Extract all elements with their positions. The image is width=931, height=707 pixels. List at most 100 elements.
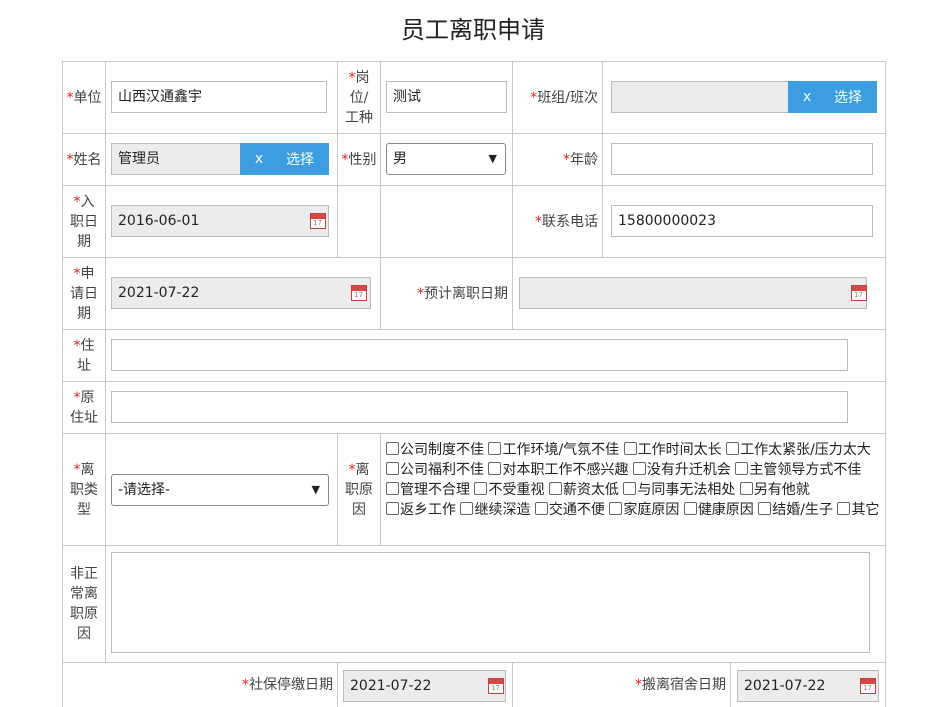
leave-reason-option[interactable]: 对本职工作不感兴趣 <box>488 462 628 478</box>
leave-reason-option-label: 薪资太低 <box>562 482 619 498</box>
dorm-leave-date-input[interactable]: 2021-07-22 <box>737 670 879 702</box>
name-label: *姓名 <box>66 151 102 168</box>
social-stop-date-input[interactable]: 2021-07-22 <box>343 670 506 702</box>
checkbox[interactable] <box>386 482 399 495</box>
checkbox[interactable] <box>726 442 740 455</box>
leave-reason-option[interactable]: 工作时间太长 <box>623 442 722 458</box>
checkbox[interactable] <box>837 502 851 515</box>
leave-reason-option-label: 继续深造 <box>474 502 531 518</box>
leave-reason-option[interactable]: 与同事无法相处 <box>623 482 735 498</box>
leave-reason-option[interactable]: 结婚/生子 <box>758 502 833 518</box>
checkbox[interactable] <box>534 502 548 515</box>
leave-reason-option[interactable]: 主管领导方式不佳 <box>735 462 861 478</box>
checkbox[interactable] <box>632 462 646 475</box>
abnormal-reason-label: 非正 常离 职原 因 <box>70 566 98 642</box>
leave-reason-option-label: 其它 <box>851 502 880 518</box>
phone-label: *联系电话 <box>535 213 598 230</box>
leave-reason-option-label: 家庭原因 <box>623 502 680 518</box>
abnormal-reason-textarea[interactable] <box>111 552 870 653</box>
calendar-icon[interactable]: 17 <box>488 678 504 694</box>
checkbox[interactable] <box>758 502 772 515</box>
age-label: *年龄 <box>563 151 598 168</box>
name-input[interactable]: 管理员 <box>111 143 241 175</box>
leave-reason-option[interactable]: 薪资太低 <box>548 482 619 498</box>
leave-type-label: *离 职类 型 <box>70 461 98 518</box>
leave-reason-option-label: 另有他就 <box>753 482 810 498</box>
leave-reason-option-label: 公司福利不佳 <box>400 462 484 478</box>
team-select-button-group: x 选择 <box>788 81 877 113</box>
former-address-input[interactable] <box>111 391 848 423</box>
leave-reason-option-label: 健康原因 <box>697 502 754 518</box>
checkbox[interactable] <box>488 462 502 475</box>
former-address-label: *原 住址 <box>70 389 98 426</box>
leave-reason-option-label: 工作时间太长 <box>637 442 722 458</box>
leave-reason-option[interactable]: 没有升迁机会 <box>632 462 731 478</box>
apply-date-label: *申 请日 期 <box>70 265 98 322</box>
apply-date-input[interactable]: 2021-07-22 <box>111 277 371 309</box>
name-select-button-group: x 选择 <box>240 143 329 175</box>
entry-date-input[interactable]: 2016-06-01 <box>111 205 329 237</box>
social-stop-date-label: *社保停缴日期 <box>242 677 333 693</box>
name-choose-button[interactable]: 选择 <box>278 149 314 169</box>
checkbox[interactable] <box>609 502 623 515</box>
calendar-icon[interactable]: 17 <box>310 213 326 229</box>
leave-reason-option[interactable]: 另有他就 <box>739 482 810 498</box>
leave-reason-option[interactable]: 工作环境/气氛不佳 <box>488 442 619 458</box>
leave-reason-option[interactable]: 继续深造 <box>460 502 530 518</box>
checkbox[interactable] <box>460 502 474 515</box>
gender-label: *性别 <box>341 151 377 168</box>
age-input[interactable] <box>611 143 873 175</box>
name-clear-button[interactable]: x <box>240 151 278 167</box>
calendar-icon[interactable]: 17 <box>860 678 876 694</box>
leave-reason-option[interactable]: 工作太紧张/压力太大 <box>726 442 871 458</box>
checkbox[interactable] <box>488 442 502 455</box>
leave-reason-checkbox-group: 公司制度不佳 工作环境/气氛不佳 工作时间太长 工作太紧张/压力太大 公司福利不… <box>386 440 882 520</box>
leave-reason-option[interactable]: 公司福利不佳 <box>386 462 484 478</box>
unit-input[interactable]: 山西汉通鑫宇 <box>111 81 327 113</box>
team-label: *班组/班次 <box>530 89 598 106</box>
leave-reason-option[interactable]: 管理不合理 <box>386 482 470 498</box>
checkbox[interactable] <box>474 482 488 495</box>
team-clear-button[interactable]: x <box>788 89 826 105</box>
leave-reason-option-label: 返乡工作 <box>400 502 456 518</box>
leave-reason-option-label: 与同事无法相处 <box>637 482 736 498</box>
leave-reason-option[interactable]: 家庭原因 <box>609 502 679 518</box>
checkbox[interactable] <box>386 442 399 455</box>
leave-reason-option[interactable]: 其它 <box>837 502 879 518</box>
chevron-down-icon: ▼ <box>488 152 497 165</box>
checkbox[interactable] <box>683 502 697 515</box>
entry-date-label: *入 职日 期 <box>70 193 98 250</box>
checkbox[interactable] <box>548 482 562 495</box>
leave-reason-option-label: 对本职工作不感兴趣 <box>502 462 629 478</box>
leave-reason-option-label: 没有升迁机会 <box>646 462 731 478</box>
leave-reason-option[interactable]: 健康原因 <box>683 502 754 518</box>
checkbox[interactable] <box>735 462 749 475</box>
address-label: *住址 <box>73 337 95 374</box>
team-choose-button[interactable]: 选择 <box>826 87 862 107</box>
leave-reason-option[interactable]: 公司制度不佳 <box>386 442 484 458</box>
dorm-leave-date-label: *搬离宿舍日期 <box>635 677 726 693</box>
leave-reason-option[interactable]: 返乡工作 <box>386 502 456 518</box>
team-input[interactable] <box>611 81 789 113</box>
checkbox[interactable] <box>739 482 753 495</box>
calendar-icon[interactable]: 17 <box>351 285 367 301</box>
leave-reason-option-label: 工作环境/气氛不佳 <box>502 442 620 458</box>
expected-leave-date-input[interactable] <box>519 277 867 309</box>
leave-reason-option[interactable]: 交通不便 <box>534 502 605 518</box>
position-input[interactable]: 测试 <box>386 81 507 113</box>
checkbox[interactable] <box>386 502 399 515</box>
leave-reason-option[interactable]: 不受重视 <box>474 482 544 498</box>
position-label: *岗 位/ 工种 <box>345 69 373 126</box>
leave-reason-option-label: 公司制度不佳 <box>400 442 484 458</box>
leave-reason-label: *离 职原 因 <box>345 461 373 518</box>
address-input[interactable] <box>111 339 848 371</box>
calendar-icon[interactable]: 17 <box>851 285 867 301</box>
phone-input[interactable]: 15800000023 <box>611 205 873 237</box>
checkbox[interactable] <box>623 442 637 455</box>
gender-select[interactable]: 男 ▼ <box>386 143 506 175</box>
checkbox[interactable] <box>386 462 399 475</box>
leave-reason-option-label: 结婚/生子 <box>772 502 833 518</box>
checkbox[interactable] <box>623 482 637 495</box>
leave-type-select[interactable]: -请选择- ▼ <box>111 474 329 506</box>
leave-reason-option-label: 交通不便 <box>548 502 605 518</box>
